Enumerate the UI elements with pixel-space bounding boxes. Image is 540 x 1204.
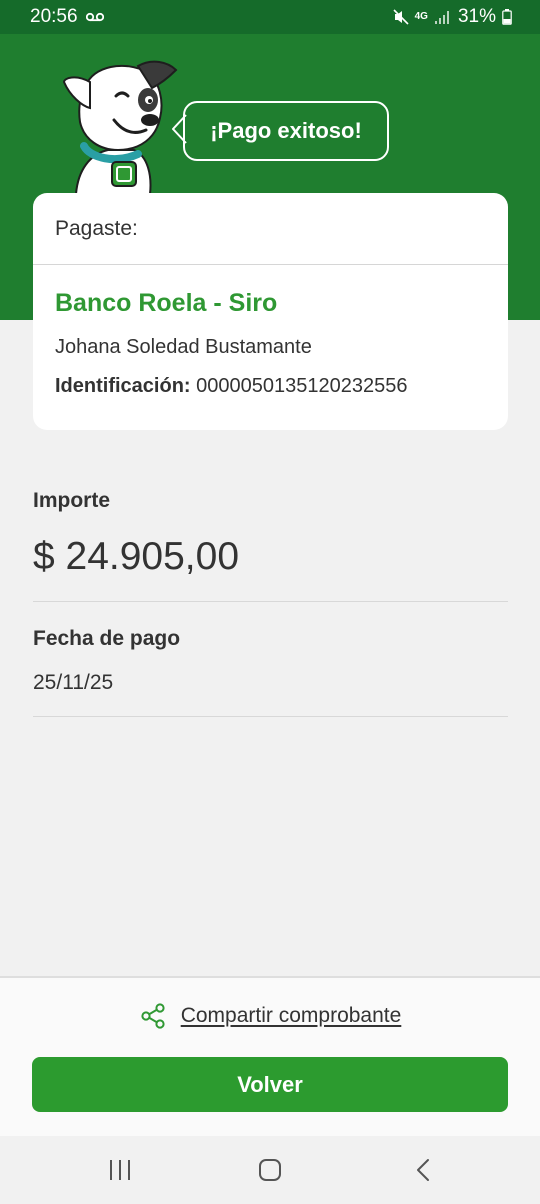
bank-name: Banco Roela - Siro	[55, 289, 278, 317]
payment-card: Pagaste: Banco Roela - Siro Johana Soled…	[33, 193, 508, 430]
status-time: 20:56	[30, 6, 78, 27]
success-bubble: ¡Pago exitoso!	[183, 101, 389, 161]
status-bar: 20:56 4G 31%	[0, 0, 540, 34]
card-body: Banco Roela - Siro Johana Soledad Bustam…	[33, 265, 508, 398]
share-receipt-label[interactable]: Compartir comprobante	[181, 1004, 402, 1028]
amount-value: $ 24.905,00	[33, 535, 240, 578]
payee-name: Johana Soledad Bustamante	[55, 336, 312, 358]
date-label: Fecha de pago	[33, 627, 181, 650]
share-icon[interactable]	[139, 1002, 167, 1030]
signal-icon	[434, 11, 449, 24]
mute-icon	[393, 9, 409, 25]
recent-apps-icon[interactable]	[106, 1156, 134, 1184]
home-icon[interactable]	[256, 1156, 284, 1184]
date-value: 25/11/25	[33, 671, 114, 694]
system-nav-bar	[0, 1136, 540, 1204]
amount-section: Importe $ 24.905,00	[33, 489, 508, 602]
identification-value: 0000050135120232556	[196, 375, 408, 397]
card-title: Pagaste:	[33, 193, 508, 265]
voicemail-icon	[85, 12, 104, 22]
amount-label: Importe	[33, 489, 111, 512]
status-right: 4G 31%	[393, 6, 512, 28]
battery-percent: 31%	[457, 6, 496, 27]
bottom-actions: Compartir comprobante Volver	[0, 976, 540, 1136]
dog-mascot-icon	[62, 60, 178, 194]
date-section: Fecha de pago 25/11/25	[33, 627, 508, 717]
back-icon[interactable]	[410, 1156, 438, 1184]
identification-label: Identificación:	[55, 375, 191, 397]
volver-button[interactable]: Volver	[32, 1057, 508, 1112]
identification-row: Identificación: 0000050135120232556	[55, 375, 486, 398]
battery-icon	[502, 9, 512, 25]
network-type: 4G	[414, 11, 428, 22]
share-receipt-link[interactable]: Compartir comprobante	[0, 1000, 540, 1032]
status-left: 20:56	[30, 6, 104, 28]
